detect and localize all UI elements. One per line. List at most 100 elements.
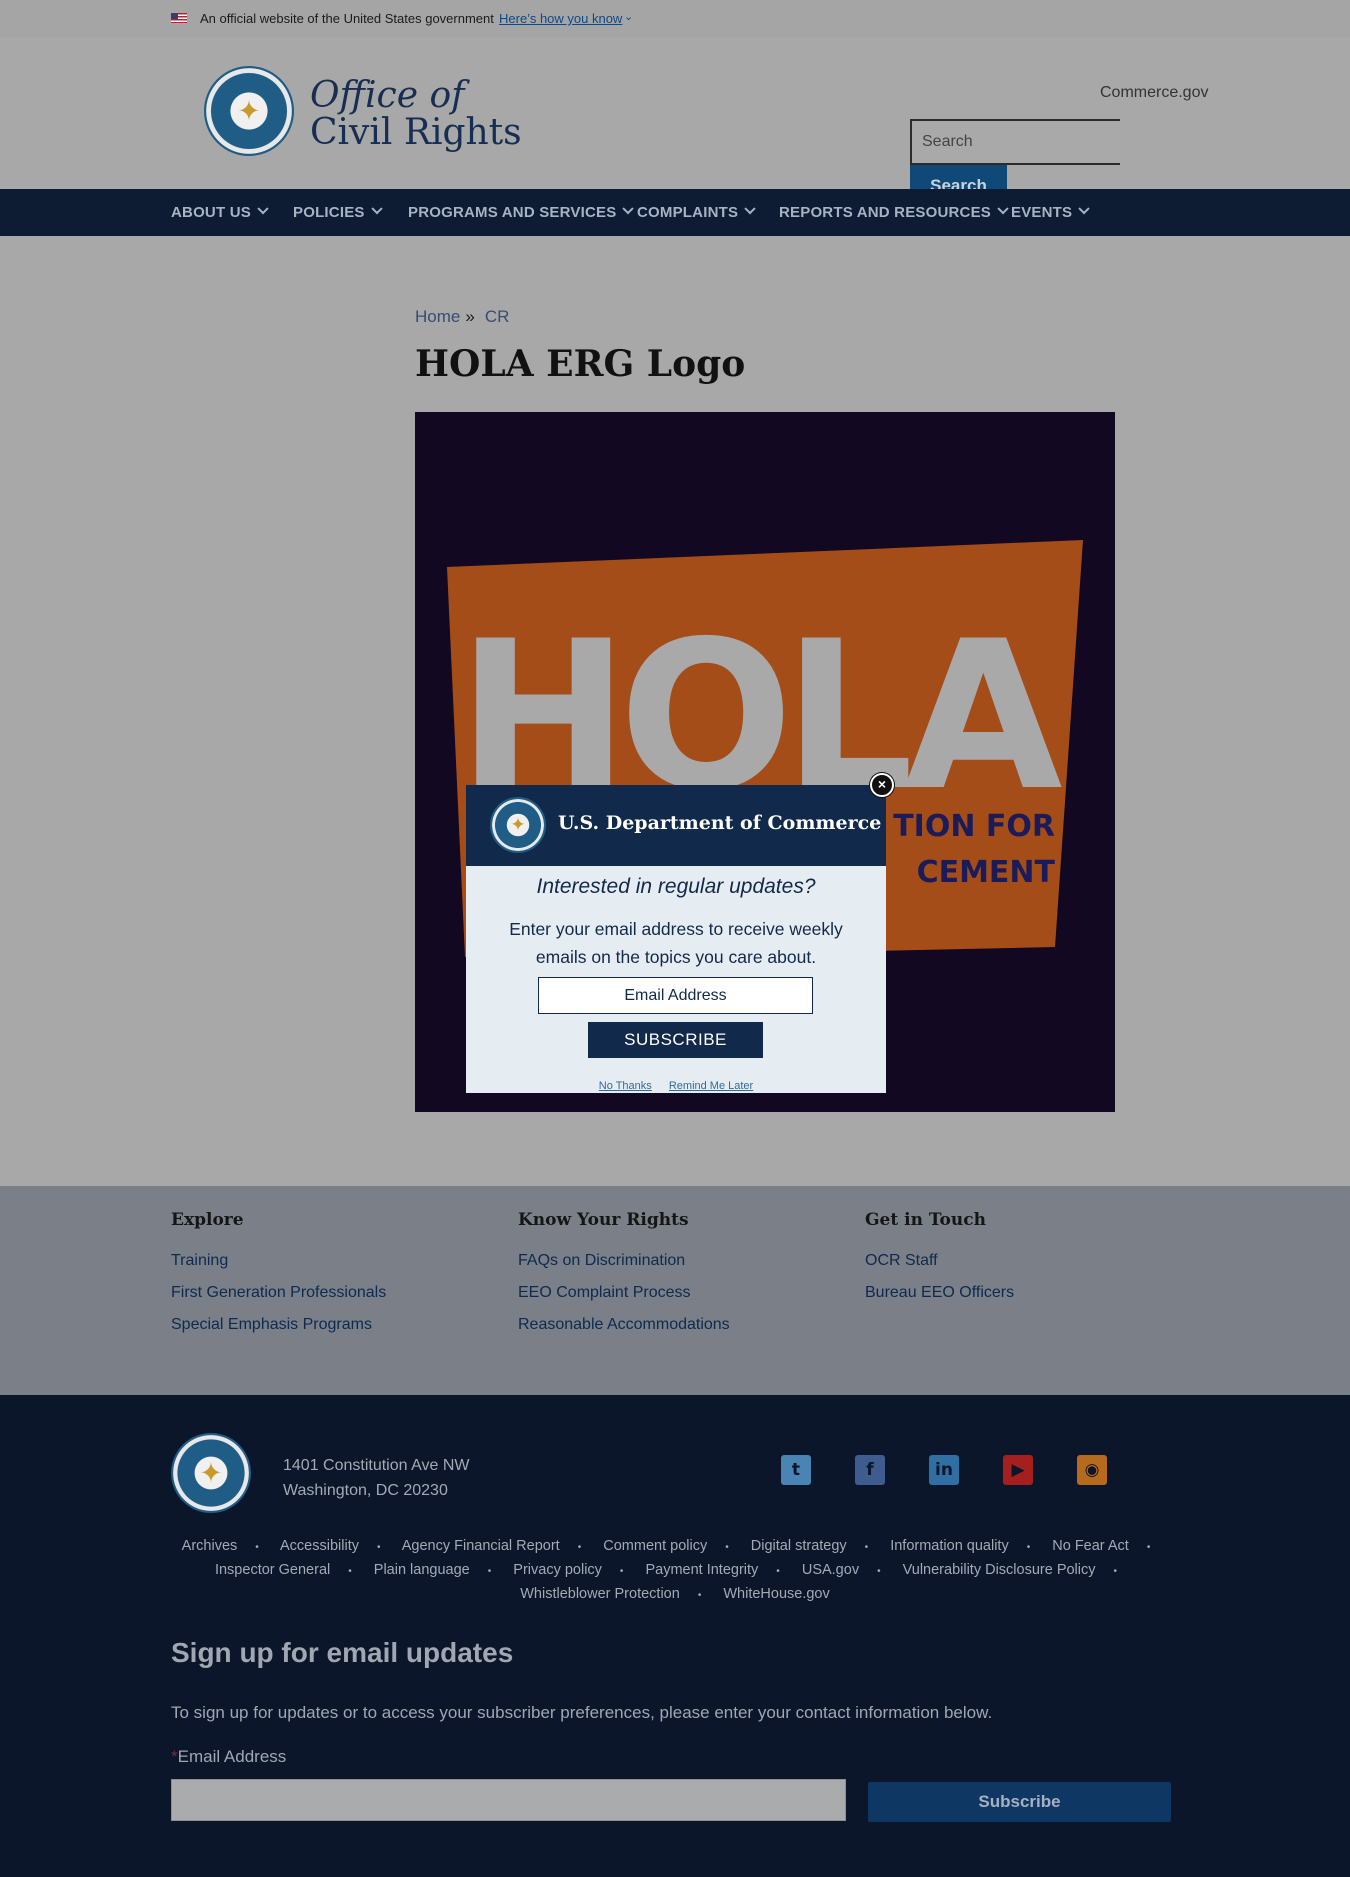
- page-title: HOLA ERG Logo: [415, 343, 746, 385]
- breadcrumb-separator: »: [465, 307, 475, 326]
- footer-links-section: Explore Training First Generation Profes…: [0, 1186, 1350, 1395]
- linkedin-icon[interactable]: in: [929, 1455, 959, 1485]
- signup-description: To sign up for updates or to access your…: [171, 1703, 993, 1722]
- chevron-down-icon: [622, 203, 635, 215]
- search-input[interactable]: Search: [910, 119, 1120, 165]
- footer-link[interactable]: Reasonable Accommodations: [518, 1316, 730, 1334]
- legal-link[interactable]: Accessibility: [280, 1538, 359, 1554]
- no-thanks-link[interactable]: No Thanks: [599, 1080, 652, 1092]
- footer-col-explore: Explore Training First Generation Profes…: [171, 1210, 386, 1348]
- footer-col-touch: Get in Touch OCR Staff Bureau EEO Office…: [865, 1210, 1014, 1316]
- twitter-icon[interactable]: t: [781, 1455, 811, 1485]
- modal-header: ✦ U.S. Department of Commerce: [466, 785, 886, 866]
- nav-programs-and-services[interactable]: PROGRAMS AND SERVICES: [408, 203, 635, 221]
- site-footer: ✦ 1401 Constitution Ave NW Washington, D…: [0, 1395, 1350, 1877]
- footer-col-title: Get in Touch: [865, 1210, 986, 1230]
- eagle-icon: ✦: [237, 94, 261, 128]
- legal-link[interactable]: Archives: [182, 1538, 238, 1554]
- facebook-icon[interactable]: f: [855, 1455, 885, 1485]
- footer-email-input[interactable]: [171, 1779, 846, 1821]
- nav-policies[interactable]: POLICIES: [293, 203, 383, 221]
- breadcrumb-current[interactable]: CR: [485, 307, 510, 326]
- legal-link[interactable]: Information quality: [890, 1538, 1008, 1554]
- signup-title: Sign up for email updates: [171, 1637, 514, 1668]
- legal-link[interactable]: Payment Integrity: [645, 1562, 758, 1578]
- address-line2: Washington, DC 20230: [283, 1482, 448, 1499]
- chevron-down-icon[interactable]: ⌄: [624, 10, 633, 23]
- legal-link[interactable]: USA.gov: [802, 1562, 859, 1578]
- modal-org-name: U.S. Department of Commerce: [558, 812, 882, 834]
- modal-description: Enter your email address to receive week…: [509, 919, 843, 967]
- close-icon[interactable]: ×: [870, 773, 894, 797]
- site-title-line1: Office of: [310, 75, 465, 116]
- footer-link[interactable]: OCR Staff: [865, 1252, 1014, 1270]
- footer-link[interactable]: First Generation Professionals: [171, 1284, 386, 1302]
- logo-sub-text-2: CEMENT: [917, 855, 1056, 890]
- footer-col-rights: Know Your Rights FAQs on Discrimination …: [518, 1210, 730, 1348]
- breadcrumb: Home » CR: [415, 307, 509, 327]
- site-title[interactable]: Office of Civil Rights: [310, 77, 522, 151]
- gov-banner: An official website of the United States…: [0, 0, 1350, 37]
- legal-links: Archives • Accessibility • Agency Financia…: [181, 1538, 1151, 1602]
- commerce-seal-logo[interactable]: ✦: [171, 1433, 251, 1513]
- eagle-icon: ✦: [199, 1456, 223, 1490]
- modal-links: No Thanks Remind Me Later: [466, 1080, 886, 1092]
- how-you-know-link[interactable]: Here’s how you know: [499, 11, 622, 26]
- legal-link[interactable]: Plain language: [374, 1562, 470, 1578]
- email-label-text: Email Address: [177, 1747, 287, 1766]
- commerce-seal-logo[interactable]: ✦: [204, 66, 294, 156]
- modal-question: Interested in regular updates?: [536, 875, 816, 898]
- commerce-seal-logo: ✦: [490, 797, 546, 853]
- legal-link[interactable]: WhiteHouse.gov: [723, 1586, 829, 1602]
- address: 1401 Constitution Ave NW Washington, DC …: [283, 1453, 469, 1503]
- nav-label: PROGRAMS AND SERVICES: [408, 204, 617, 221]
- nav-label: REPORTS AND RESOURCES: [779, 204, 992, 221]
- footer-link[interactable]: FAQs on Discrimination: [518, 1252, 730, 1270]
- legal-link[interactable]: Digital strategy: [751, 1538, 847, 1554]
- us-flag-icon: [171, 13, 187, 24]
- nav-label: POLICIES: [293, 204, 365, 221]
- nav-about-us[interactable]: ABOUT US: [171, 203, 269, 221]
- email-label: *Email Address: [171, 1747, 286, 1767]
- modal-email-input[interactable]: Email Address: [538, 977, 813, 1014]
- chevron-down-icon: [257, 203, 269, 215]
- address-line1: 1401 Constitution Ave NW: [283, 1457, 470, 1474]
- legal-link[interactable]: Whistleblower Protection: [520, 1586, 680, 1602]
- eagle-icon: ✦: [510, 814, 526, 836]
- site-title-line2: Civil Rights: [310, 112, 522, 153]
- footer-link[interactable]: Special Emphasis Programs: [171, 1316, 386, 1334]
- footer-link[interactable]: Training: [171, 1252, 386, 1270]
- required-mark: *: [171, 1747, 178, 1766]
- legal-link[interactable]: Agency Financial Report: [402, 1538, 560, 1554]
- main-nav: ABOUT US POLICIES PROGRAMS AND SERVICES …: [0, 189, 1350, 236]
- footer-link[interactable]: EEO Complaint Process: [518, 1284, 730, 1302]
- logo-sub-text-1: TION FOR: [893, 809, 1055, 844]
- breadcrumb-home[interactable]: Home: [415, 307, 460, 326]
- chevron-down-icon: [1078, 203, 1090, 215]
- footer-subscribe-button[interactable]: Subscribe: [868, 1782, 1171, 1822]
- youtube-icon[interactable]: ▶: [1003, 1455, 1033, 1485]
- legal-link[interactable]: Privacy policy: [513, 1562, 602, 1578]
- modal-subscribe-button[interactable]: SUBSCRIBE: [588, 1022, 763, 1058]
- email-signup-modal: ✦ U.S. Department of Commerce Interested…: [466, 785, 886, 1093]
- legal-link[interactable]: Inspector General: [215, 1562, 330, 1578]
- rss-icon[interactable]: ◉: [1077, 1455, 1107, 1485]
- chevron-down-icon: [370, 203, 383, 215]
- footer-col-title: Explore: [171, 1210, 244, 1230]
- nav-complaints[interactable]: COMPLAINTS: [637, 203, 756, 221]
- chevron-down-icon: [997, 203, 1009, 215]
- official-text: An official website of the United States…: [200, 11, 494, 26]
- site-header: ✦ Office of Civil Rights Commerce.gov Se…: [0, 37, 1350, 207]
- legal-link[interactable]: Comment policy: [603, 1538, 707, 1554]
- legal-link[interactable]: No Fear Act: [1052, 1538, 1129, 1554]
- footer-link[interactable]: Bureau EEO Officers: [865, 1284, 1014, 1302]
- nav-label: ABOUT US: [171, 204, 251, 221]
- legal-link[interactable]: Vulnerability Disclosure Policy: [903, 1562, 1096, 1578]
- nav-label: EVENTS: [1011, 204, 1073, 221]
- nav-reports-and-resources[interactable]: REPORTS AND RESOURCES: [779, 203, 1009, 221]
- commerce-gov-link[interactable]: Commerce.gov: [1100, 84, 1208, 102]
- chevron-down-icon: [744, 203, 756, 215]
- footer-col-title: Know Your Rights: [518, 1210, 689, 1230]
- nav-events[interactable]: EVENTS: [1011, 203, 1090, 221]
- remind-later-link[interactable]: Remind Me Later: [669, 1080, 753, 1092]
